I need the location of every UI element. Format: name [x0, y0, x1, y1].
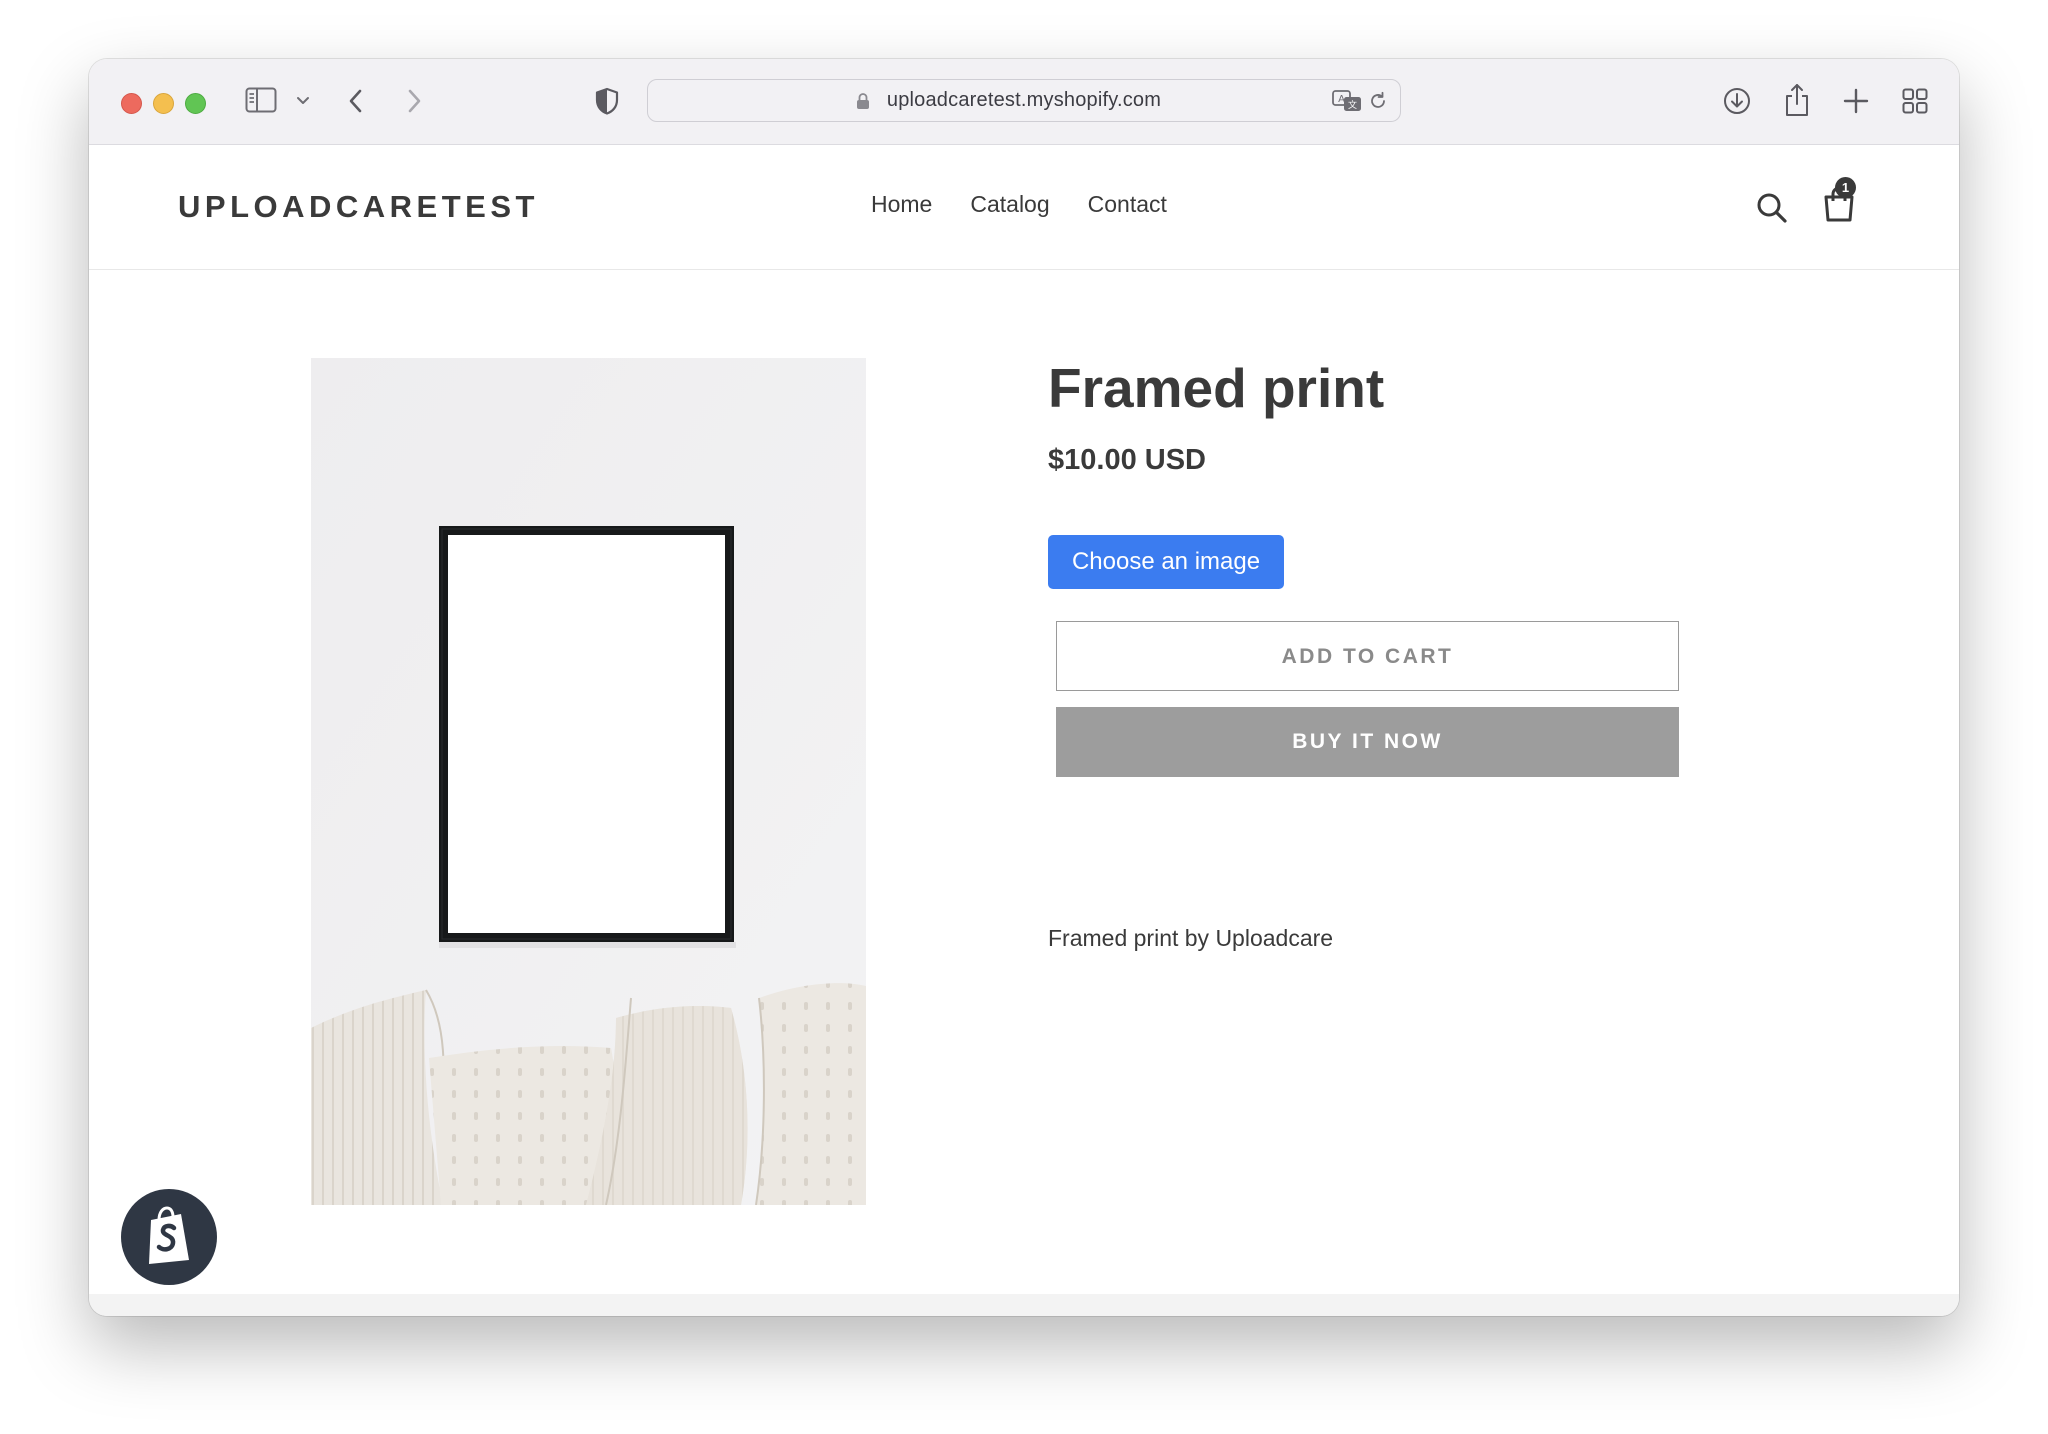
zoom-window-button[interactable]: [185, 93, 206, 114]
shopify-bag-icon: [141, 1204, 197, 1271]
new-tab-icon[interactable]: [1843, 88, 1869, 114]
product-title: Framed print: [1048, 357, 1385, 419]
browser-window: uploadcaretest.myshopify.com A文 UPLOADCA…: [89, 59, 1959, 1316]
nav-contact-link[interactable]: Contact: [1088, 191, 1167, 218]
store-logo[interactable]: UPLOADCARETEST: [178, 189, 539, 225]
url-text: uploadcaretest.myshopify.com: [886, 89, 1162, 111]
reload-icon[interactable]: [1368, 91, 1388, 116]
choose-image-button[interactable]: Choose an image: [1048, 535, 1284, 589]
address-bar[interactable]: uploadcaretest.myshopify.com A文: [647, 79, 1401, 122]
page-footer-strip: [89, 1294, 1959, 1316]
shopify-badge-button[interactable]: [121, 1189, 217, 1285]
nav-home-link[interactable]: Home: [871, 191, 932, 218]
minimize-window-button[interactable]: [153, 93, 174, 114]
back-icon[interactable]: [347, 88, 365, 114]
close-window-button[interactable]: [121, 93, 142, 114]
buy-it-now-button[interactable]: BUY IT NOW: [1056, 707, 1679, 777]
product-description: Framed print by Uploadcare: [1048, 925, 1334, 951]
translate-icon[interactable]: A文: [1332, 90, 1362, 117]
add-to-cart-button[interactable]: ADD TO CART: [1056, 621, 1679, 691]
cart-count-badge: 1: [1835, 177, 1856, 198]
forward-icon[interactable]: [405, 88, 423, 114]
nav-catalog-link[interactable]: Catalog: [970, 191, 1049, 218]
main-nav: Home Catalog Contact: [871, 191, 1167, 218]
store-header: UPLOADCARETEST Home Catalog Contact 1: [89, 145, 1959, 270]
product-price: $10.00 USD: [1048, 444, 1206, 476]
browser-toolbar: uploadcaretest.myshopify.com A文: [89, 59, 1959, 145]
tab-overview-icon[interactable]: [1902, 88, 1928, 114]
sidebar-icon[interactable]: [245, 87, 277, 113]
chevron-down-icon[interactable]: [296, 96, 310, 106]
search-icon[interactable]: [1756, 192, 1788, 229]
product-image[interactable]: [311, 358, 866, 1205]
download-icon[interactable]: [1723, 87, 1751, 115]
share-icon[interactable]: [1784, 83, 1810, 117]
shield-icon[interactable]: [595, 87, 619, 115]
svg-text:文: 文: [1348, 99, 1357, 111]
